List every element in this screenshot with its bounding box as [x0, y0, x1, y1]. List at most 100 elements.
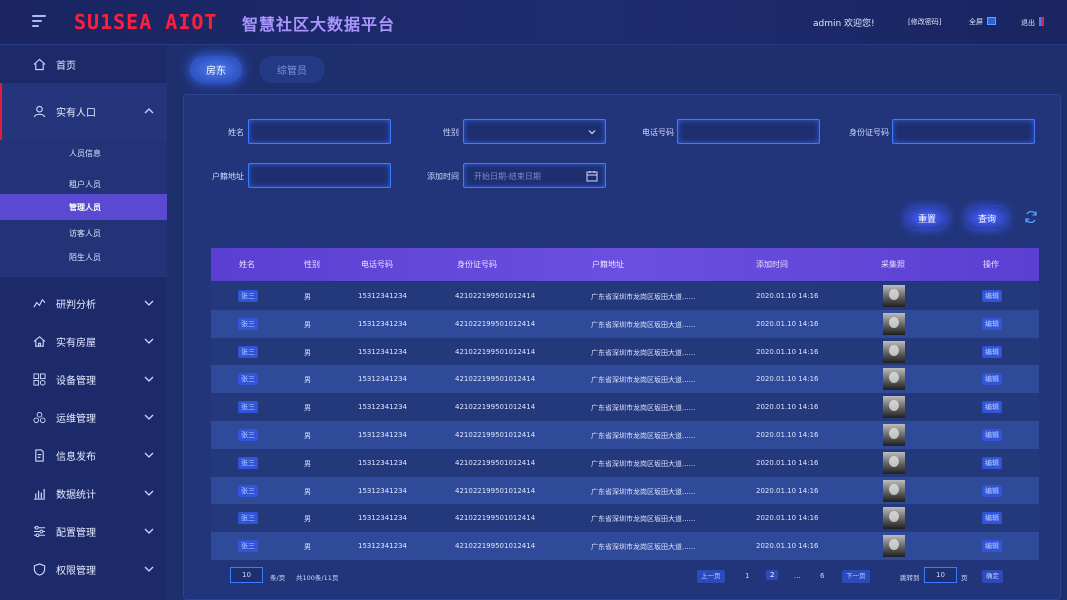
capture-photo[interactable]	[883, 312, 905, 335]
name-input[interactable]	[248, 119, 391, 144]
capture-photo[interactable]	[883, 535, 905, 558]
edit-button[interactable]: 编辑	[982, 512, 1002, 525]
sidebar-item-statistics[interactable]: 数据统计	[0, 475, 167, 512]
sub-item-tenants[interactable]: 租户人员	[0, 172, 167, 196]
reset-button[interactable]: 重置	[906, 207, 948, 229]
edit-button[interactable]: 编辑	[982, 317, 1002, 330]
table-row: 张三 男 15312341234 421022199501012414 广东省深圳市龙岗…	[211, 337, 1039, 366]
sidebar-item-analysis[interactable]: 研判分析	[0, 285, 167, 322]
next-page-button[interactable]: 下一页	[842, 570, 870, 583]
cell-address: 广东省深圳市龙岗区坂田大道......	[591, 543, 696, 552]
fullscreen-button[interactable]: 全屏	[969, 17, 996, 27]
cell-added-time: 2020.01.10 14:16	[756, 486, 819, 495]
fullscreen-label: 全屏	[969, 18, 983, 26]
capture-photo[interactable]	[883, 396, 905, 419]
cell-name[interactable]: 张三	[238, 345, 258, 358]
id-input[interactable]	[892, 119, 1035, 144]
cluster-icon	[32, 411, 46, 425]
column-header[interactable]: 电话号码	[361, 259, 393, 270]
chevron-down-icon	[144, 566, 154, 572]
cell-name[interactable]: 张三	[238, 373, 258, 386]
capture-photo[interactable]	[883, 340, 905, 363]
page-number[interactable]: 1	[745, 572, 749, 580]
edit-button[interactable]: 编辑	[982, 456, 1002, 469]
sidebar-item-home[interactable]: 首页	[0, 45, 167, 83]
cell-phone: 15312341234	[358, 514, 407, 523]
chevron-down-icon	[144, 300, 154, 306]
sub-item-strangers[interactable]: 陌生人员	[0, 245, 167, 269]
sidebar-item-label: 信息发布	[56, 452, 96, 463]
sidebar-item-label: 实有房屋	[56, 338, 96, 349]
cell-name[interactable]: 张三	[238, 512, 258, 525]
tab-manager[interactable]: 综管员	[259, 56, 325, 83]
edit-button[interactable]: 编辑	[982, 290, 1002, 302]
cell-name[interactable]: 张三	[238, 401, 258, 414]
logout-label: 退出	[1021, 19, 1035, 27]
capture-photo[interactable]	[883, 424, 905, 446]
sidebar-item-devices[interactable]: 设备管理	[0, 361, 167, 398]
sidebar-item-config[interactable]: 配置管理	[0, 513, 167, 550]
column-header[interactable]: 采集照	[881, 259, 905, 270]
cell-address: 广东省深圳市龙岗区坂田大道......	[591, 515, 696, 524]
cell-name[interactable]: 张三	[238, 290, 258, 302]
cell-id-number: 421022199501012414	[455, 403, 536, 412]
jump-page-input[interactable]: 10	[924, 567, 957, 583]
cell-name[interactable]: 张三	[238, 540, 258, 553]
capture-photo[interactable]	[883, 507, 905, 530]
phone-input[interactable]	[677, 119, 820, 144]
chevron-down-icon	[144, 338, 154, 344]
capture-photo[interactable]	[883, 479, 905, 502]
sub-item-visitors[interactable]: 访客人员	[0, 221, 167, 245]
cell-phone: 15312341234	[358, 431, 407, 439]
refresh-icon[interactable]	[1024, 210, 1038, 224]
sub-item-person-info[interactable]: 人员信息	[0, 141, 167, 165]
edit-button[interactable]: 编辑	[982, 484, 1002, 497]
cell-gender: 男	[304, 348, 311, 357]
edit-button[interactable]: 编辑	[982, 401, 1002, 414]
cell-added-time: 2020.01.10 14:16	[756, 431, 819, 439]
cell-name[interactable]: 张三	[238, 317, 258, 330]
edit-button[interactable]: 编辑	[982, 540, 1002, 553]
column-header[interactable]: 性别	[304, 259, 320, 270]
cell-name[interactable]: 张三	[238, 429, 258, 441]
logout-button[interactable]: 退出	[1021, 17, 1044, 28]
column-header[interactable]: 姓名	[239, 259, 255, 270]
sub-item-managers[interactable]: 管理人员	[0, 194, 167, 220]
tab-landlord[interactable]: 房东	[190, 56, 242, 83]
cell-added-time: 2020.01.10 14:16	[756, 375, 819, 384]
cell-name[interactable]: 张三	[238, 456, 258, 469]
column-header[interactable]: 添加时间	[756, 259, 788, 270]
cell-name[interactable]: 张三	[238, 484, 258, 497]
cell-address: 广东省深圳市龙岗区坂田大道......	[591, 459, 696, 468]
chevron-up-icon	[144, 108, 154, 114]
sidebar-item-housing[interactable]: 实有房屋	[0, 323, 167, 360]
capture-photo[interactable]	[883, 368, 905, 391]
column-header[interactable]: 户籍地址	[592, 259, 624, 270]
confirm-jump-button[interactable]: 确定	[982, 570, 1003, 583]
edit-button[interactable]: 编辑	[982, 373, 1002, 386]
column-header[interactable]: 身份证号码	[457, 259, 497, 270]
date-range-picker[interactable]: 开始日期-结束日期	[463, 163, 606, 188]
sidebar-item-permissions[interactable]: 权限管理	[0, 551, 167, 588]
capture-photo[interactable]	[883, 451, 905, 474]
edit-button[interactable]: 编辑	[982, 345, 1002, 358]
column-header[interactable]: 操作	[983, 259, 999, 270]
page-number[interactable]: 6	[820, 572, 824, 580]
capture-photo[interactable]	[883, 285, 905, 307]
sidebar-item-people[interactable]: 实有人口	[0, 83, 167, 140]
sidebar-item-publish[interactable]: 信息发布	[0, 437, 167, 474]
page-ellipsis: ...	[794, 572, 801, 580]
menu-toggle-icon[interactable]	[32, 15, 46, 27]
page-size-input[interactable]: 10	[230, 567, 263, 583]
sidebar-item-operations[interactable]: 运维管理	[0, 399, 167, 436]
cell-gender: 男	[304, 515, 311, 524]
cell-gender: 男	[304, 320, 311, 329]
edit-button[interactable]: 编辑	[982, 429, 1002, 441]
address-input[interactable]	[248, 163, 391, 188]
prev-page-button[interactable]: 上一页	[697, 570, 725, 583]
gender-select[interactable]	[463, 119, 606, 144]
cell-phone: 15312341234	[358, 486, 407, 495]
change-password-link[interactable]: [修改密码]	[908, 17, 941, 27]
page-number-current[interactable]: 2	[766, 570, 779, 580]
query-button[interactable]: 查询	[966, 207, 1008, 229]
